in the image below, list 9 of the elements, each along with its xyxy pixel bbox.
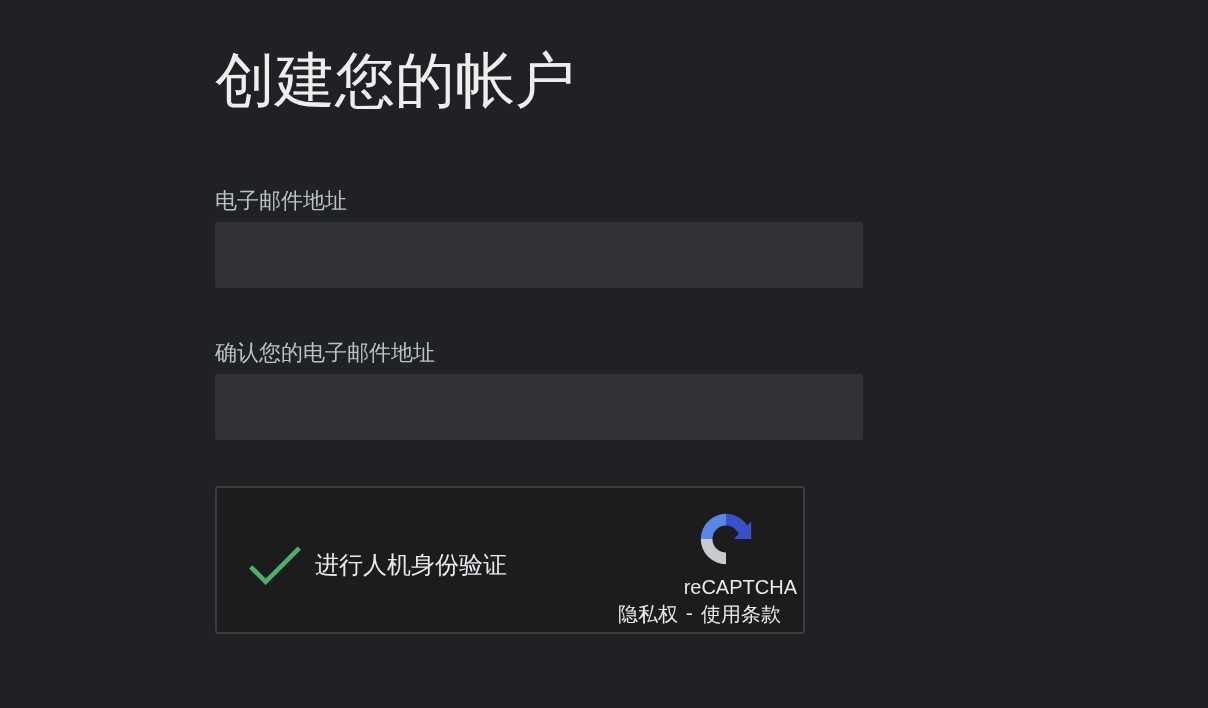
privacy-link[interactable]: 隐私权: [617, 601, 678, 628]
link-separator: -: [685, 601, 693, 627]
captcha-label: 进行人机身份验证: [315, 550, 507, 581]
terms-link[interactable]: 使用条款: [701, 601, 781, 628]
recaptcha-brand: reCAPTCHA: [683, 576, 797, 599]
captcha-checkbox[interactable]: [247, 544, 303, 586]
page-title: 创建您的帐户: [215, 44, 575, 116]
field-label: 电子邮件地址: [215, 187, 348, 215]
field-label: 确认您的电子邮件地址: [215, 339, 436, 367]
